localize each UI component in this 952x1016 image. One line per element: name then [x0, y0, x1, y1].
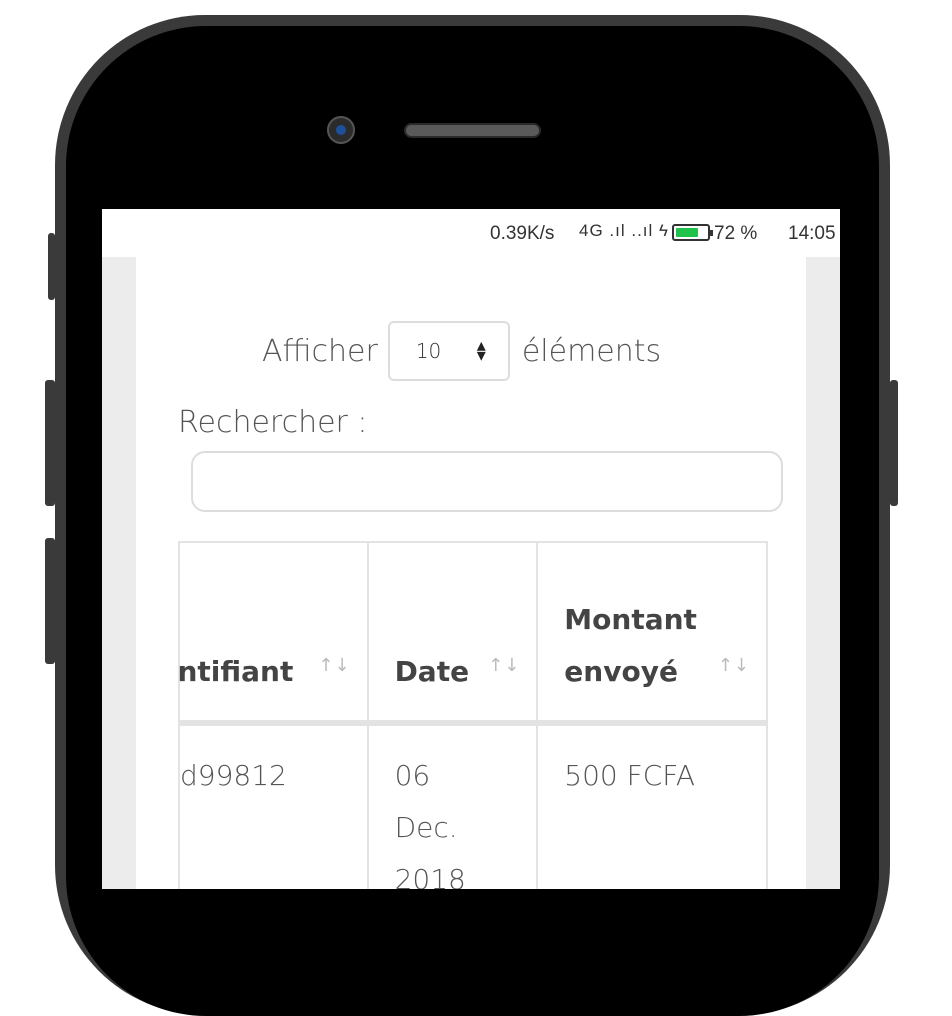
page-length-value: 10: [415, 339, 442, 363]
content-card: Afficher 10 ▴▾ éléments Rechercher : Ide…: [136, 257, 806, 889]
earpiece-speaker: [404, 123, 541, 138]
search-input[interactable]: [191, 451, 783, 512]
data-table: Identifiant ↑↓ Date ↑↓ Montant envoyé ↑↓: [178, 541, 768, 889]
sort-icon: ↑↓: [488, 655, 521, 676]
column-header-date[interactable]: Date ↑↓: [366, 541, 539, 726]
front-camera: [327, 116, 355, 144]
table-row[interactable]: d99812 06 Dec. 2018 500 FCFA: [178, 722, 768, 889]
sort-icon: ↑↓: [717, 655, 750, 676]
battery-percent: 72 %: [714, 223, 758, 244]
clock-time: 14:05: [788, 223, 836, 244]
search-label: Rechercher :: [178, 405, 368, 440]
length-menu: Afficher 10 ▴ ▾ éléments: [262, 321, 661, 381]
column-header-montant[interactable]: Montant envoyé ↑↓: [536, 541, 768, 726]
cell-identifiant-value: d99812: [180, 759, 287, 792]
page-length-select[interactable]: 10 ▴ ▾: [387, 321, 510, 381]
volume-down-button[interactable]: [45, 538, 55, 664]
length-menu-prefix: Afficher: [262, 333, 378, 369]
power-button[interactable]: [890, 380, 898, 506]
battery-icon: [672, 224, 713, 241]
column-header-label: Date: [394, 655, 470, 688]
table-scroll-container[interactable]: Identifiant ↑↓ Date ↑↓ Montant envoyé ↑↓: [178, 541, 768, 889]
mute-switch[interactable]: [48, 233, 55, 300]
cell-date: 06 Dec. 2018: [366, 722, 539, 889]
column-header-label: Identifiant: [178, 655, 294, 688]
cell-identifiant: d99812: [178, 722, 369, 889]
table-header-row: Identifiant ↑↓ Date ↑↓ Montant envoyé ↑↓: [178, 541, 768, 726]
select-arrows-icon: ▴ ▾: [476, 335, 486, 366]
sort-icon: ↑↓: [318, 655, 351, 676]
network-speed: 0.39K/s: [490, 223, 555, 244]
status-bar: 0.39K/s 4G .ıl ..ıl ϟ 72 % 14:05: [102, 209, 840, 257]
cell-montant: 500 FCFA: [536, 722, 768, 889]
column-header-label: Montant envoyé: [564, 603, 697, 688]
volume-up-button[interactable]: [45, 380, 55, 506]
signal-icon: 4G .ıl ..ıl ϟ: [579, 221, 670, 240]
phone-screen: 0.39K/s 4G .ıl ..ıl ϟ 72 % 14:05 Affiche…: [102, 209, 840, 889]
length-menu-suffix: éléments: [521, 333, 662, 369]
cell-date-value: 06 Dec. 2018: [394, 759, 466, 889]
column-header-identifiant[interactable]: Identifiant ↑↓: [178, 541, 369, 726]
cell-montant-value: 500 FCFA: [564, 759, 695, 792]
battery-fill: [676, 228, 698, 237]
